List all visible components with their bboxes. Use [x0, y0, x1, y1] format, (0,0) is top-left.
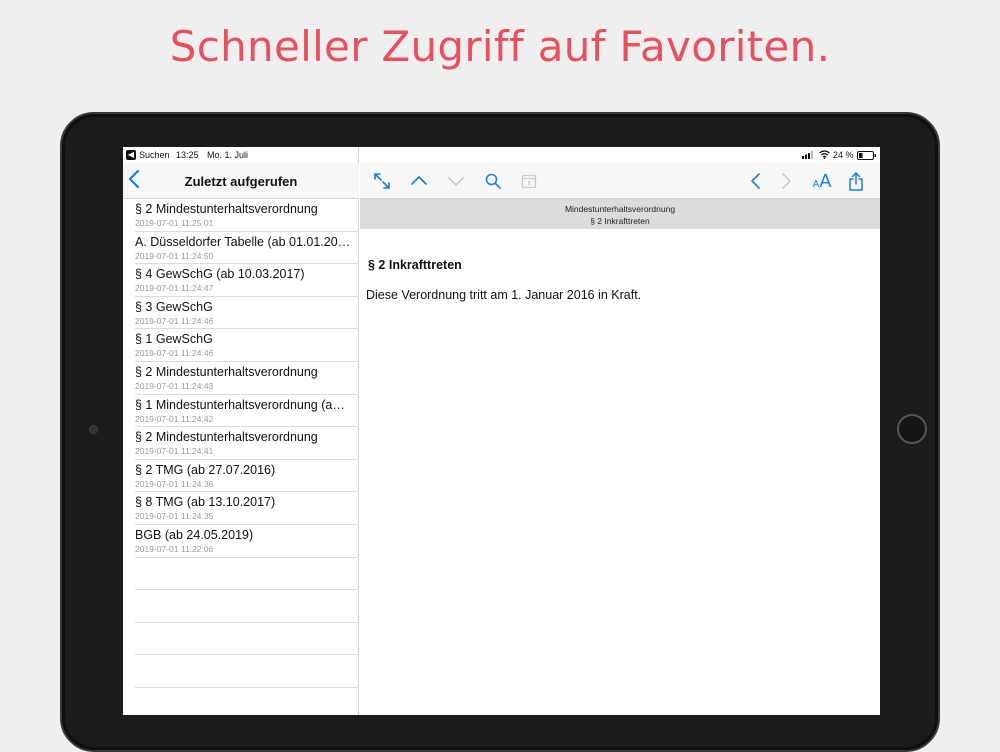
empty-list-row — [135, 558, 359, 591]
back-to-app-icon[interactable]: ◀ — [126, 150, 136, 160]
font-size-large-a: A — [819, 171, 832, 191]
expand-icon[interactable] — [370, 169, 394, 193]
list-item-timestamp: 2019-07-01 11:24:50 — [135, 250, 214, 261]
list-item-timestamp: 2019-07-01 11:24:35 — [135, 511, 214, 522]
list-item-timestamp: 2019-07-01 11:25:01 — [135, 218, 214, 228]
list-item-timestamp: 2019-07-01 11:24:47 — [135, 283, 214, 294]
list-item-title: § 2 Mindestunterhaltsverordnung — [135, 202, 318, 216]
list-item[interactable]: § 3 GewSchG 2019-07-01 11:24:46 — [135, 297, 359, 330]
list-item[interactable]: § 8 TMG (ab 13.10.2017) 2019-07-01 11:24:… — [135, 492, 359, 525]
list-item[interactable]: § 2 Mindestunterhaltsverordnung 2019-07-0… — [135, 362, 359, 395]
document-header-law: Mindestunterhaltsverordnung — [564, 204, 676, 214]
forward-arrow-icon[interactable] — [774, 169, 798, 193]
home-button[interactable] — [897, 414, 927, 444]
status-time: 13:25 — [176, 150, 199, 160]
document-pane: AA Mindestunterhaltsverordnung § 2 Inkra… — [360, 147, 880, 715]
document-header-section: § 2 Inkrafttreten — [590, 216, 650, 226]
list-item[interactable]: A. Düsseldorfer Tabelle (ab 01.01.2019) 2… — [135, 232, 359, 265]
list-item-timestamp: 2019-07-01 11:24:43 — [135, 380, 214, 391]
signal-icon — [802, 151, 814, 161]
search-icon[interactable] — [481, 169, 505, 193]
back-to-app-label[interactable]: Suchen — [139, 150, 170, 160]
list-item-title: BGB (ab 24.05.2019) — [135, 527, 254, 542]
recent-list: § 2 Mindestunterhaltsverordnung 2019-07-0… — [123, 199, 359, 715]
share-icon[interactable] — [844, 169, 868, 193]
document-body: Diese Verordnung tritt am 1. Januar 2016… — [366, 288, 642, 302]
list-item-timestamp: 2019-07-01 11:24:41 — [135, 446, 214, 457]
list-item-timestamp: 2019-07-01 11:24:36 — [135, 478, 214, 489]
list-item-title: § 1 GewSchG — [135, 332, 213, 347]
list-item-title: § 8 TMG (ab 13.10.2017) — [135, 495, 276, 510]
document-header: Mindestunterhaltsverordnung § 2 Inkraftt… — [360, 199, 880, 229]
list-item[interactable]: § 1 Mindestunterhaltsverordnung (ab 01.0… — [135, 395, 359, 428]
font-size-icon[interactable]: AA — [808, 169, 836, 193]
empty-list-row — [135, 623, 359, 656]
page-headline: Schneller Zugriff auf Favoriten. — [169, 22, 831, 71]
back-arrow-icon[interactable] — [744, 169, 768, 193]
list-item-title: § 1 Mindestunterhaltsverordnung (ab 01.0… — [135, 397, 351, 412]
empty-list-row — [135, 655, 359, 688]
list-item-timestamp: 2019-07-01 11:24:46 — [135, 348, 214, 359]
recent-sidebar: Zuletzt aufgerufen § 2 Mindestunterhalts… — [123, 147, 359, 715]
screen: Zuletzt aufgerufen § 2 Mindestunterhalts… — [123, 147, 880, 715]
list-item-timestamp: 2019-07-01 11:24:46 — [135, 315, 214, 326]
list-item[interactable]: § 4 GewSchG (ab 10.03.2017) 2019-07-01 11… — [135, 264, 359, 297]
sidebar-navbar: Zuletzt aufgerufen — [123, 163, 359, 199]
list-item[interactable]: § 1 GewSchG 2019-07-01 11:24:46 — [135, 329, 359, 362]
empty-list-row — [135, 688, 359, 715]
ipad-device-frame: Zuletzt aufgerufen § 2 Mindestunterhalts… — [60, 112, 940, 752]
list-item-title: § 2 Mindestunterhaltsverordnung — [135, 430, 318, 445]
list-item[interactable]: § 2 Mindestunterhaltsverordnung 2019-07-0… — [135, 427, 359, 460]
sidebar-title: Zuletzt aufgerufen — [184, 174, 298, 189]
list-item-timestamp: 2019-07-01 11:24:42 — [135, 413, 214, 424]
front-camera — [89, 425, 98, 434]
status-bar: ◀ Suchen 13:25 Mo. 1. Juli 24 % — [123, 147, 880, 163]
list-item-title: § 4 GewSchG (ab 10.03.2017) — [135, 267, 305, 282]
chevron-up-icon[interactable] — [407, 169, 431, 193]
chevron-down-icon[interactable] — [444, 169, 468, 193]
wifi-icon — [819, 150, 830, 161]
list-item-title: § 2 TMG (ab 27.07.2016) — [135, 462, 276, 477]
list-item[interactable]: § 2 Mindestunterhaltsverordnung 2019-07-0… — [135, 199, 359, 232]
battery-percent: 24 % — [833, 150, 854, 160]
document-title: § 2 Inkrafttreten — [368, 258, 462, 272]
list-item-title: A. Düsseldorfer Tabelle (ab 01.01.2019) — [135, 234, 351, 249]
list-item-title: § 2 Mindestunterhaltsverordnung — [135, 364, 318, 379]
battery-icon — [857, 151, 877, 162]
empty-list-row — [135, 590, 359, 623]
list-item-title: § 3 GewSchG — [135, 299, 213, 314]
list-item[interactable]: BGB (ab 24.05.2019) 2019-07-01 11:22:06 — [135, 525, 359, 558]
document-toolbar: AA — [360, 163, 880, 199]
calendar-icon[interactable] — [517, 169, 541, 193]
list-item[interactable]: § 2 TMG (ab 27.07.2016) 2019-07-01 11:24:… — [135, 460, 359, 493]
status-date: Mo. 1. Juli — [207, 150, 249, 160]
list-item-timestamp: 2019-07-01 11:22:06 — [135, 543, 214, 554]
